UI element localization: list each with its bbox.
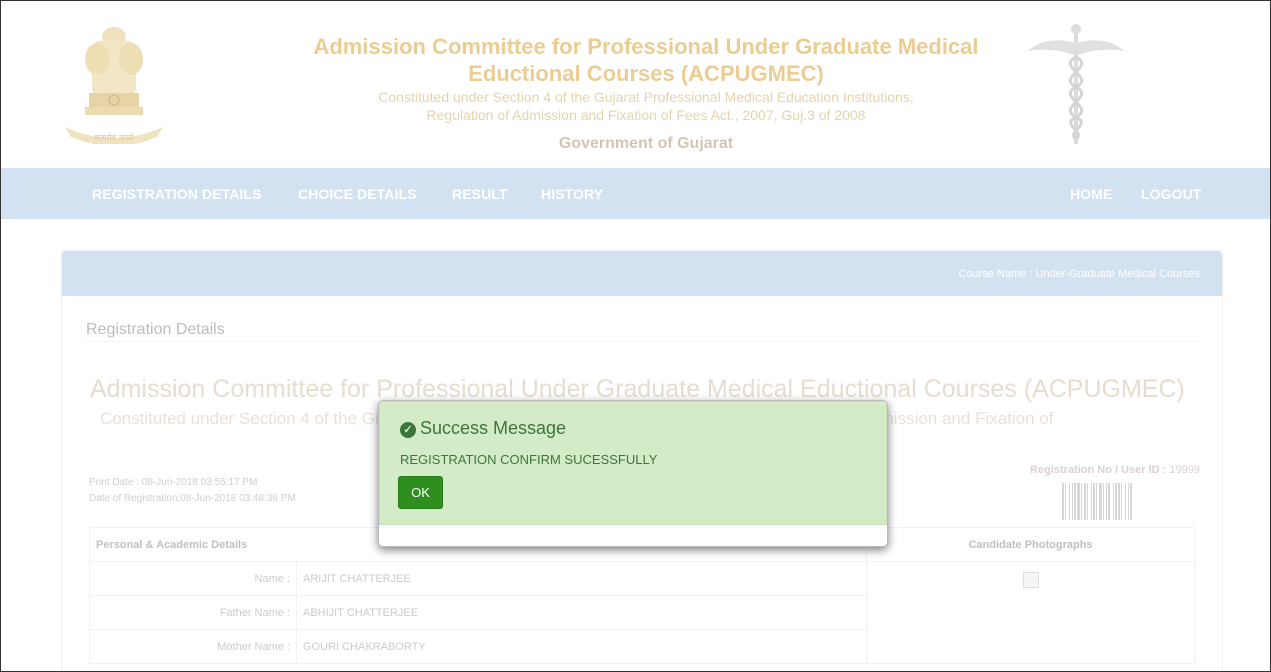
page-frame: सत्यमेव जयते Admission Committee for Pro…	[0, 0, 1271, 672]
modal-title: ✓ Success Message	[400, 418, 566, 439]
modal-backdrop[interactable]	[1, 1, 1270, 671]
ok-button[interactable]: OK	[398, 476, 443, 509]
modal-message: REGISTRATION CONFIRM SUCESSFULLY	[400, 452, 658, 467]
check-circle-icon: ✓	[400, 422, 416, 438]
modal-title-text: Success Message	[420, 418, 567, 438]
success-modal: ✓ Success Message REGISTRATION CONFIRM SU…	[378, 400, 888, 547]
success-alert: ✓ Success Message REGISTRATION CONFIRM SU…	[379, 401, 887, 525]
